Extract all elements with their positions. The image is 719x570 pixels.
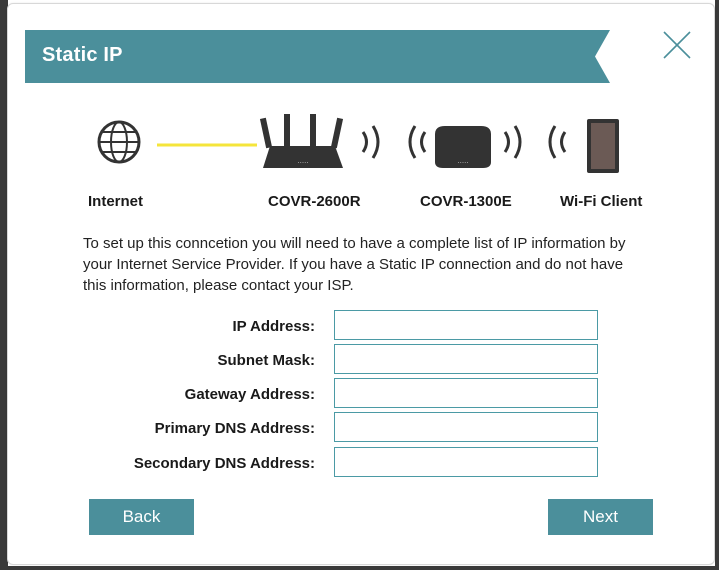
description-text: To set up this conncetion you will need … — [83, 235, 626, 294]
window-edge-right — [715, 0, 719, 570]
device-label-client: Wi-Fi Client — [560, 193, 643, 210]
close-button[interactable] — [660, 28, 694, 62]
next-button[interactable]: Next — [548, 499, 653, 535]
screen: Static IP ..... ..... Internet COVR-2600… — [0, 0, 719, 570]
back-button[interactable]: Back — [89, 499, 194, 535]
svg-text:.....: ..... — [297, 156, 308, 165]
device-label-router: COVR-2600R — [268, 193, 361, 210]
subnet-mask-input[interactable] — [334, 344, 598, 374]
primary-dns-input[interactable] — [334, 412, 598, 442]
device-label-internet: Internet — [88, 193, 144, 210]
device-label-extender: COVR-1300E — [420, 193, 512, 210]
close-icon — [663, 31, 691, 59]
globe-icon — [97, 120, 141, 164]
secondary-dns-input[interactable] — [334, 447, 598, 477]
extender-icon: ..... — [435, 126, 491, 168]
ip-address-label: IP Address: — [232, 318, 315, 335]
wireless-signal-icon — [361, 125, 427, 159]
svg-text:.....: ..... — [457, 156, 468, 165]
ip-address-input[interactable] — [334, 310, 598, 340]
subnet-mask-label: Subnet Mask: — [217, 352, 315, 369]
wireless-signal-icon — [503, 125, 567, 159]
primary-dns-label: Primary DNS Address: — [154, 420, 315, 437]
tablet-icon — [587, 119, 619, 173]
gateway-address-label: Gateway Address: — [184, 386, 315, 403]
dialog-title: Static IP — [42, 44, 123, 66]
network-topology: ..... ..... — [97, 114, 619, 173]
gateway-address-input[interactable] — [334, 378, 598, 408]
router-icon: ..... — [259, 114, 344, 168]
secondary-dns-label: Secondary DNS Address: — [133, 455, 315, 472]
window-edge-bottom — [0, 566, 719, 570]
